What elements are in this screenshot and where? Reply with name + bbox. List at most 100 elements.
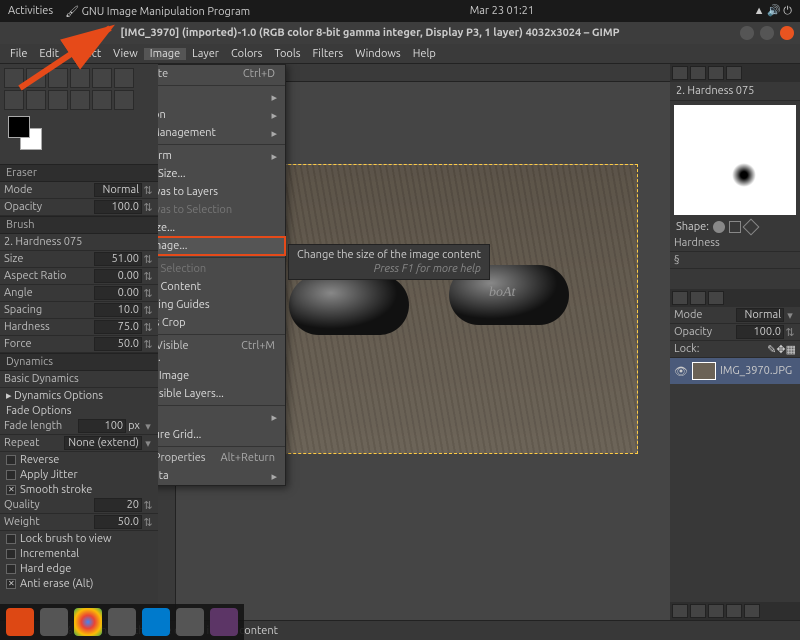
layer-down-icon[interactable] bbox=[708, 604, 724, 618]
shape-square-icon[interactable] bbox=[729, 221, 741, 233]
menu-flatten[interactable]: Flatten Image bbox=[158, 367, 285, 385]
shape-circle-icon[interactable] bbox=[713, 221, 725, 233]
menu-tools[interactable]: Tools bbox=[268, 48, 306, 60]
dock-gimp-icon[interactable] bbox=[210, 608, 238, 636]
incremental-check[interactable]: Incremental bbox=[0, 546, 158, 561]
menu-merge-visible[interactable]: Merge Visible Layers...Ctrl+M bbox=[158, 337, 285, 367]
menu-configure-grid[interactable]: Configure Grid... bbox=[158, 426, 285, 444]
activities-button[interactable]: Activities bbox=[8, 5, 53, 17]
tool[interactable] bbox=[70, 90, 90, 110]
menu-help[interactable]: Help bbox=[407, 48, 442, 60]
dock-files-icon[interactable] bbox=[6, 608, 34, 636]
dynamics-select[interactable]: Basic Dynamics bbox=[4, 373, 154, 385]
tab-patterns[interactable] bbox=[690, 66, 706, 80]
menu-select[interactable]: Select bbox=[65, 48, 107, 60]
dock-app-icon[interactable] bbox=[40, 608, 68, 636]
app-menu[interactable]: 🖌 GNU Image Manipulation Program bbox=[65, 5, 250, 18]
menu-crop-content[interactable]: Crop to Content bbox=[158, 278, 285, 296]
layer-thumbnail[interactable] bbox=[692, 362, 716, 380]
dock-chrome-icon[interactable] bbox=[74, 608, 102, 636]
layer-name[interactable]: IMG_3970.JPG bbox=[720, 365, 792, 377]
system-tray[interactable]: ▲ 🔊 ⏻ bbox=[754, 4, 792, 18]
menu-align-layers[interactable]: Align Visible Layers... bbox=[158, 385, 285, 403]
smooth-check[interactable]: Smooth stroke bbox=[0, 482, 158, 497]
lock-pixel-icon[interactable]: ✎ bbox=[767, 343, 776, 356]
menu-image[interactable]: Image bbox=[144, 48, 186, 60]
menu-slice-guides[interactable]: Slice Using Guides bbox=[158, 296, 285, 314]
menu-scale-image[interactable]: Scale Image... bbox=[158, 237, 285, 255]
menu-zealous-crop[interactable]: Zealous Crop bbox=[158, 314, 285, 332]
lock-position-icon[interactable]: ✥ bbox=[776, 343, 785, 356]
tool[interactable] bbox=[92, 68, 112, 88]
visibility-icon[interactable]: 👁 bbox=[674, 365, 688, 378]
fade-len-input[interactable]: 100 bbox=[78, 419, 126, 433]
angle-input[interactable]: 0.00 bbox=[94, 286, 142, 300]
layer-duplicate-icon[interactable] bbox=[726, 604, 742, 618]
lock-alpha-icon[interactable]: ▦ bbox=[786, 343, 796, 356]
close-button[interactable] bbox=[780, 26, 794, 40]
weight-input[interactable]: 50.0 bbox=[94, 515, 142, 529]
tool[interactable] bbox=[4, 68, 24, 88]
tool[interactable] bbox=[48, 68, 68, 88]
hardness-input[interactable]: 75.0 bbox=[94, 320, 142, 334]
tool[interactable] bbox=[70, 68, 90, 88]
menu-colors[interactable]: Colors bbox=[225, 48, 268, 60]
menu-canvas-size[interactable]: Canvas Size... bbox=[158, 165, 285, 183]
tool[interactable] bbox=[26, 90, 46, 110]
menu-precision[interactable]: Precision bbox=[158, 106, 285, 124]
layer-row[interactable]: 👁 IMG_3970.JPG bbox=[670, 358, 800, 384]
menu-guides[interactable]: Guides bbox=[158, 408, 285, 426]
force-input[interactable]: 50.0 bbox=[94, 337, 142, 351]
fg-bg-colors[interactable] bbox=[8, 116, 42, 150]
menu-edit[interactable]: Edit bbox=[33, 48, 65, 60]
tool[interactable] bbox=[4, 90, 24, 110]
menu-file[interactable]: File bbox=[4, 48, 33, 60]
layer-opacity-input[interactable]: 100.0 bbox=[736, 325, 784, 339]
tab-channels[interactable] bbox=[690, 291, 706, 305]
clock[interactable]: Mar 23 01:21 bbox=[250, 5, 754, 17]
menu-color-management[interactable]: Color Management bbox=[158, 124, 285, 142]
brush-preview[interactable] bbox=[674, 105, 796, 215]
menu-print-size[interactable]: Print Size... bbox=[158, 219, 285, 237]
canvas-image[interactable] bbox=[258, 164, 638, 454]
menu-mode[interactable]: Mode bbox=[158, 88, 285, 106]
menu-fit-canvas-layers[interactable]: Fit Canvas to Layers bbox=[158, 183, 285, 201]
mode-select[interactable]: Normal bbox=[94, 183, 142, 197]
tool[interactable] bbox=[48, 90, 68, 110]
tab-fonts[interactable] bbox=[708, 66, 724, 80]
dock-app-icon[interactable] bbox=[108, 608, 136, 636]
opacity-input[interactable]: 100.0 bbox=[94, 200, 142, 214]
minimize-button[interactable] bbox=[740, 26, 754, 40]
tab-brushes[interactable] bbox=[672, 66, 688, 80]
menu-view[interactable]: View bbox=[107, 48, 144, 60]
size-input[interactable]: 51.00 bbox=[94, 252, 142, 266]
tab-layers[interactable] bbox=[672, 291, 688, 305]
layer-new-icon[interactable] bbox=[672, 604, 688, 618]
tool[interactable] bbox=[114, 90, 134, 110]
tool[interactable] bbox=[114, 68, 134, 88]
layer-up-icon[interactable] bbox=[690, 604, 706, 618]
dock-app-icon[interactable] bbox=[176, 608, 204, 636]
tool[interactable] bbox=[92, 90, 112, 110]
menu-metadata[interactable]: Metadata bbox=[158, 467, 285, 485]
menu-windows[interactable]: Windows bbox=[349, 48, 407, 60]
dock-vscode-icon[interactable] bbox=[142, 608, 170, 636]
repeat-select[interactable]: None (extend) bbox=[64, 436, 142, 450]
layer-delete-icon[interactable] bbox=[744, 604, 760, 618]
tab-paths[interactable] bbox=[708, 291, 724, 305]
lock-brush-check[interactable]: Lock brush to view bbox=[0, 531, 158, 546]
dyn-options[interactable]: ▸ Dynamics Options bbox=[6, 389, 103, 402]
menu-image-properties[interactable]: Image PropertiesAlt+Return bbox=[158, 449, 285, 467]
layer-mode-select[interactable]: Normal bbox=[736, 308, 784, 322]
menu-filters[interactable]: Filters bbox=[307, 48, 350, 60]
menu-duplicate[interactable]: DuplicateCtrl+D bbox=[158, 65, 285, 83]
brush-name[interactable]: 2. Hardness 075 bbox=[4, 236, 154, 248]
jitter-check[interactable]: Apply Jitter bbox=[0, 467, 158, 482]
menu-layer[interactable]: Layer bbox=[186, 48, 225, 60]
reverse-check[interactable]: Reverse bbox=[0, 452, 158, 467]
menu-transform[interactable]: Transform bbox=[158, 147, 285, 165]
tab-history[interactable] bbox=[726, 66, 742, 80]
hard-edge-check[interactable]: Hard edge bbox=[0, 561, 158, 576]
maximize-button[interactable] bbox=[760, 26, 774, 40]
shape-diamond-icon[interactable] bbox=[742, 219, 759, 236]
